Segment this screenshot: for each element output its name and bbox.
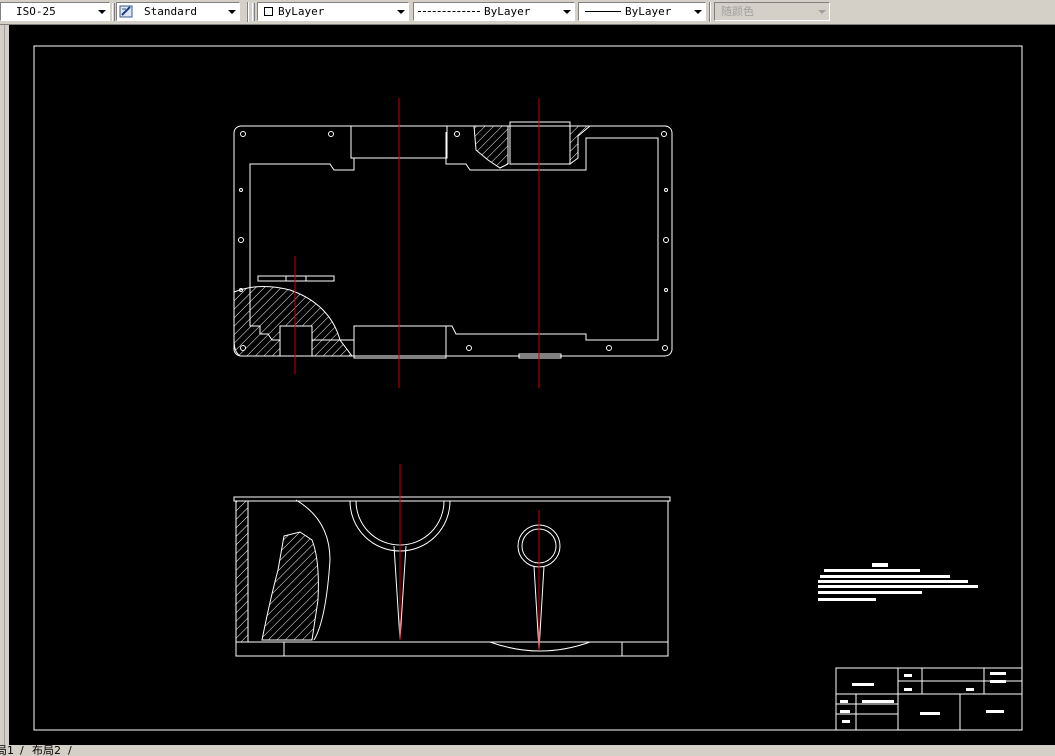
color-value: ByLayer [278,5,325,18]
lineweight-sample [585,11,621,12]
front-hatch-rib [261,531,319,641]
color-swatch-icon [264,7,273,16]
properties-toolbar: ISO-25 Standard ByLayer ByLayer ByLayer … [0,0,1055,25]
tab-layout2[interactable]: 布局2 [32,745,61,756]
linetype-dashdot-sample [418,11,480,12]
left-ruler-strip [0,25,9,745]
plot-style-dropdown: 随颜色 [714,2,830,21]
linetype-control-dropdown[interactable]: ByLayer [413,2,575,21]
technical-notes [818,563,978,601]
title-block-text [840,672,1006,723]
plan-hatch-top [473,125,509,169]
title-block [835,667,1023,731]
toolbar-separator [709,2,711,22]
text-style-value: Standard [144,5,197,18]
chevron-down-icon [397,10,405,14]
chevron-down-icon [563,10,571,14]
text-style-dropdown[interactable]: Standard [116,2,240,21]
tab-layout1[interactable]: 局1 [0,745,14,756]
dimension-style-value: ISO-25 [16,5,56,18]
toolbar-grip[interactable] [252,3,255,21]
layout-tabs: 局1 / 布局2 / [0,745,1055,756]
text-style-icon [119,5,133,18]
front-top-flange [233,496,671,502]
toolbar-separator [247,2,249,22]
plan-boss-bottom [353,325,447,359]
linetype-value: ByLayer [484,5,531,18]
drawing-canvas[interactable] [9,25,1055,745]
chevron-down-icon [228,10,236,14]
lineweight-value: ByLayer [625,5,672,18]
tab-separator: / [20,745,24,756]
tab-separator: / [68,745,72,756]
front-section-view [233,496,671,657]
plan-view [233,121,673,359]
plan-slot [257,275,335,282]
lineweight-control-dropdown[interactable]: ByLayer [578,2,706,21]
drawing-svg[interactable] [9,25,1055,745]
dimension-style-dropdown[interactable]: ISO-25 [0,2,110,21]
color-control-dropdown[interactable]: ByLayer [257,2,409,21]
front-hatch-wall [235,500,249,643]
plot-style-value: 随颜色 [721,5,754,18]
sheet-border [33,45,1023,731]
chevron-down-icon [694,10,702,14]
toolbar-grip[interactable] [112,3,115,21]
plan-boss-right [509,121,571,165]
chevron-down-icon [818,10,826,14]
chevron-down-icon [98,10,106,14]
center-lines [294,98,540,650]
